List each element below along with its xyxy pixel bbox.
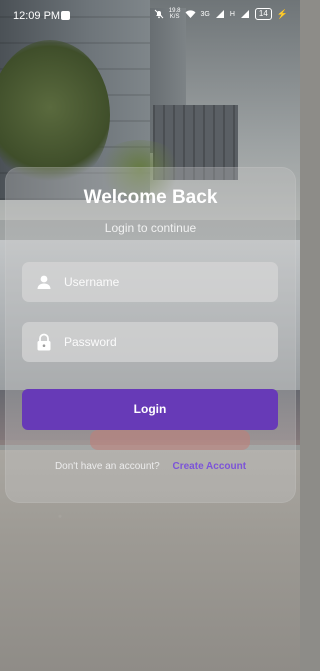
network-speed: 19.8 K/S — [169, 8, 181, 20]
password-input[interactable] — [62, 334, 256, 350]
mute-bell-icon — [154, 9, 164, 19]
signal-icon-2 — [240, 9, 250, 19]
page-subtitle: Login to continue — [104, 221, 197, 235]
status-bar: 12:09 PM 19.8 K/S 3G H 14 ⚡ — [0, 0, 300, 34]
login-button[interactable]: Login — [22, 389, 278, 430]
login-card: Welcome Back Login to continue Login Don… — [5, 167, 296, 503]
status-time: 12:09 PM — [13, 10, 61, 22]
signal-icon — [215, 9, 225, 19]
page-title: Welcome Back — [83, 187, 218, 208]
network-type-3g: 3G — [200, 10, 210, 18]
username-field[interactable] — [22, 262, 278, 302]
network-speed-unit: K/S — [169, 14, 180, 20]
notification-app-icon — [61, 11, 70, 20]
password-field[interactable] — [22, 322, 278, 362]
person-icon — [33, 271, 55, 293]
network-type-h: H — [229, 10, 235, 18]
lock-icon — [33, 331, 55, 353]
wifi-icon — [185, 9, 196, 19]
status-icons: 19.8 K/S 3G H 14 ⚡ — [154, 8, 288, 20]
no-account-text: Don't have an account? — [54, 461, 160, 472]
charging-icon: ⚡ — [276, 8, 288, 19]
create-account-link[interactable]: Create Account — [173, 461, 247, 472]
signup-row: Don't have an account? Create Account — [5, 461, 296, 472]
username-input[interactable] — [62, 274, 256, 290]
battery-level: 14 — [254, 8, 272, 20]
